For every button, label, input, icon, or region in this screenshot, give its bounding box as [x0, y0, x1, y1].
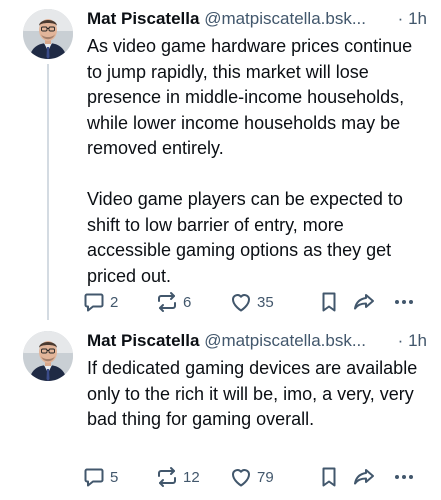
bookmark-icon [317, 465, 341, 489]
like-count: 35 [257, 293, 274, 311]
post-text: As video game hardware prices continue t… [87, 36, 413, 286]
author-handle[interactable]: @matpiscatella.bsk... [204, 9, 366, 28]
bookmark-button[interactable] [317, 289, 341, 315]
author-name[interactable]: Mat Piscatella [87, 9, 199, 28]
share-button[interactable] [352, 289, 376, 315]
heart-icon [229, 290, 253, 314]
avatar[interactable] [23, 9, 73, 59]
avatar[interactable] [23, 331, 73, 381]
post-actions: 2 6 35 [82, 289, 422, 315]
post-actions: 5 12 79 [82, 464, 422, 490]
post-text: If dedicated gaming devices are availabl… [87, 358, 418, 429]
thread-line [47, 64, 49, 320]
repost-arrows-icon [155, 290, 179, 314]
more-dots-icon [392, 465, 416, 489]
reply-button[interactable]: 5 [82, 464, 118, 490]
time-separator: · [397, 331, 404, 350]
author-handle[interactable]: @matpiscatella.bsk... [204, 331, 366, 350]
heart-icon [229, 465, 253, 489]
more-dots-icon [392, 290, 416, 314]
share-arrow-icon [352, 290, 376, 314]
time-separator: · [397, 9, 404, 28]
bookmark-icon [317, 290, 341, 314]
like-button[interactable]: 79 [229, 464, 274, 490]
repost-button[interactable]: 6 [155, 289, 191, 315]
post-time[interactable]: · 1h [395, 8, 427, 30]
post[interactable]: Mat Piscatella @matpiscatella.bsk... · 1… [0, 0, 441, 322]
post-time[interactable]: · 1h [395, 330, 427, 352]
reply-bubble-icon [82, 290, 106, 314]
more-options-button[interactable] [392, 464, 416, 490]
share-button[interactable] [352, 464, 376, 490]
repost-count: 12 [183, 468, 200, 486]
post-header: Mat Piscatella @matpiscatella.bsk... · 1… [87, 330, 427, 352]
reply-button[interactable]: 2 [82, 289, 118, 315]
author-name[interactable]: Mat Piscatella [87, 331, 199, 350]
bookmark-button[interactable] [317, 464, 341, 490]
post-header: Mat Piscatella @matpiscatella.bsk... · 1… [87, 8, 427, 30]
reply-count: 2 [110, 293, 119, 311]
repost-count: 6 [183, 293, 192, 311]
reply-count: 5 [110, 468, 119, 486]
repost-arrows-icon [155, 465, 179, 489]
time-label: 1h [408, 331, 427, 350]
repost-button[interactable]: 12 [155, 464, 200, 490]
post[interactable]: Mat Piscatella @matpiscatella.bsk... · 1… [0, 322, 441, 500]
reply-bubble-icon [82, 465, 106, 489]
like-count: 79 [257, 468, 274, 486]
like-button[interactable]: 35 [229, 289, 274, 315]
more-options-button[interactable] [392, 289, 416, 315]
share-arrow-icon [352, 465, 376, 489]
time-label: 1h [408, 9, 427, 28]
